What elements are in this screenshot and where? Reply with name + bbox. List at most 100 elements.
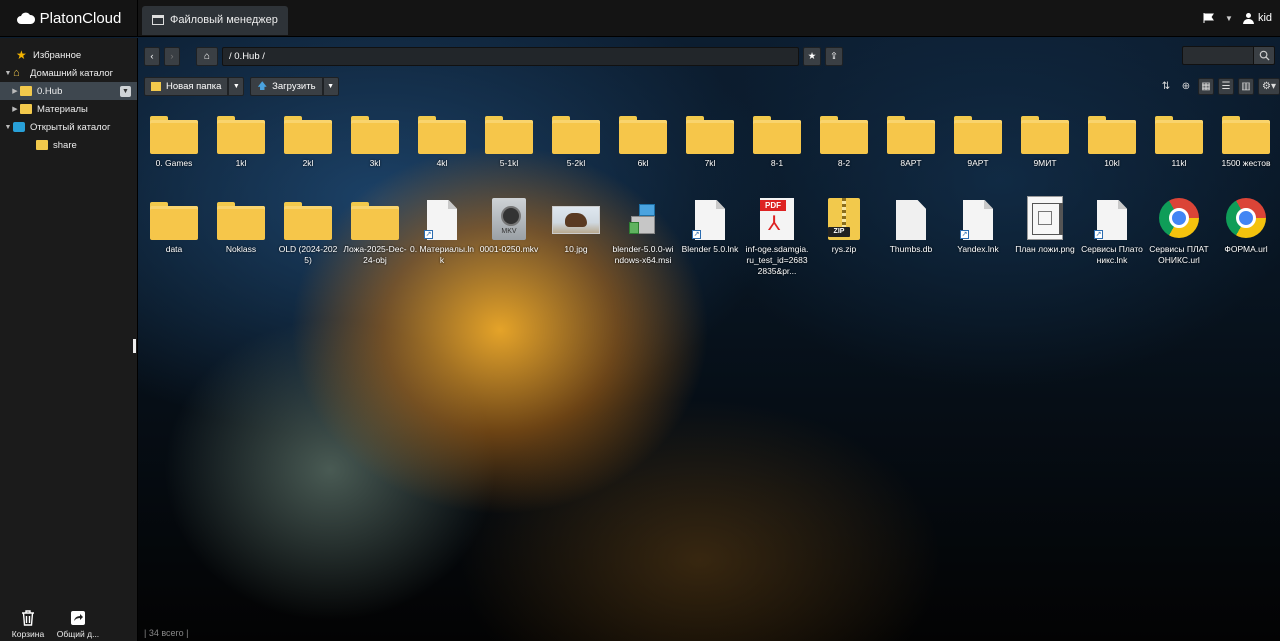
expand-caret-icon[interactable]: ▶ bbox=[10, 87, 20, 95]
file-item[interactable]: 8-1 bbox=[747, 104, 807, 169]
brand-logo[interactable]: PlatonCloud bbox=[0, 0, 138, 37]
sidebar-item-0hub[interactable]: ▶ 0.Hub ▼ bbox=[0, 82, 137, 100]
chevron-down-icon: ▼ bbox=[327, 83, 335, 90]
file-item[interactable]: OLD (2024-2025) bbox=[278, 190, 338, 266]
shortcut-arrow-icon: ↗ bbox=[692, 230, 701, 239]
sidebar-resize-handle[interactable] bbox=[133, 339, 136, 353]
user-name: kid bbox=[1257, 12, 1272, 24]
file-name: 9МИТ bbox=[1033, 158, 1057, 168]
sidebar-item-public[interactable]: ▼ Открытый каталог bbox=[0, 118, 137, 136]
file-item[interactable]: 1500 жестов bbox=[1216, 104, 1276, 169]
file-item[interactable]: 2kl bbox=[278, 104, 338, 169]
trash-label: Корзина bbox=[11, 629, 45, 639]
file-name: 8-1 bbox=[770, 158, 784, 168]
file-item[interactable]: 7kl bbox=[680, 104, 740, 169]
file-name: 4kl bbox=[436, 158, 448, 168]
folder-icon bbox=[686, 116, 734, 154]
file-item[interactable]: 9МИТ bbox=[1015, 104, 1075, 169]
folder-icon bbox=[351, 202, 399, 240]
file-item[interactable]: 10kl bbox=[1082, 104, 1142, 169]
expand-caret-icon[interactable]: ▼ bbox=[3, 124, 13, 131]
trash-button[interactable]: Корзина bbox=[6, 605, 50, 641]
file-item[interactable]: ↗ 0. Материалы.lnk bbox=[410, 190, 474, 266]
pdf-icon: PDF ⅄ bbox=[760, 198, 794, 240]
file-item[interactable]: Thumbs.db bbox=[881, 190, 941, 255]
view-columns-button[interactable]: ▥ bbox=[1238, 78, 1254, 95]
file-item[interactable]: План ложи.png bbox=[1015, 190, 1075, 255]
file-item[interactable]: ↗ Yandex.lnk bbox=[948, 190, 1008, 255]
sort-icon[interactable]: ⇅ bbox=[1158, 78, 1174, 95]
file-item[interactable]: PDF ⅄ inf-oge.sdamgia.ru_test_id=26832835&… bbox=[746, 190, 808, 277]
file-item[interactable]: 8-2 bbox=[814, 104, 874, 169]
file-item[interactable]: 0. Games bbox=[144, 104, 204, 169]
view-large-icons-button[interactable]: ▦ bbox=[1198, 78, 1214, 95]
tab-file-manager[interactable]: Файловый менеджер bbox=[142, 5, 288, 35]
file-thumbnail: ↗ bbox=[680, 190, 740, 240]
upload-location-button[interactable]: ⇪ bbox=[825, 46, 843, 66]
file-item[interactable]: data bbox=[144, 190, 204, 255]
cloud-icon bbox=[16, 12, 35, 24]
user-menu[interactable]: kid bbox=[1242, 12, 1272, 24]
file-thumbnail bbox=[211, 190, 271, 240]
file-name: 10.jpg bbox=[564, 244, 588, 254]
file-item[interactable]: 9APT bbox=[948, 104, 1008, 169]
back-button[interactable]: ‹ bbox=[144, 46, 160, 66]
folder-icon bbox=[1021, 116, 1069, 154]
file-item[interactable]: ФОРМА.url bbox=[1216, 190, 1276, 255]
file-name: Yandex.lnk bbox=[957, 244, 999, 254]
folder-icon bbox=[351, 116, 399, 154]
file-item[interactable]: blender-5.0.0-windows-x64.msi bbox=[613, 190, 673, 266]
sidebar-item-favorites[interactable]: ★ Избранное bbox=[0, 46, 137, 64]
folder-icon bbox=[284, 202, 332, 240]
top-bar: PlatonCloud Файловый менеджер ▼ kid bbox=[0, 0, 1280, 37]
file-item[interactable]: MKV 0001-0250.mkv bbox=[479, 190, 539, 255]
file-item[interactable]: 4kl bbox=[412, 104, 472, 169]
expand-caret-icon[interactable]: ▼ bbox=[3, 70, 13, 77]
flag-icon[interactable] bbox=[1203, 13, 1215, 23]
folder-icon bbox=[552, 116, 600, 154]
file-item[interactable]: 11kl bbox=[1149, 104, 1209, 169]
file-item[interactable]: 8APT bbox=[881, 104, 941, 169]
path-field[interactable]: / 0.Hub / bbox=[222, 46, 799, 66]
file-thumbnail: ↗ bbox=[1082, 190, 1142, 240]
bookmark-button[interactable]: ★ bbox=[803, 46, 821, 66]
sidebar-item-materials[interactable]: ▶ Материалы bbox=[0, 100, 137, 118]
search-button[interactable] bbox=[1253, 46, 1275, 65]
file-thumbnail bbox=[278, 104, 338, 154]
file-name: 8APT bbox=[900, 158, 922, 168]
forward-button[interactable]: › bbox=[164, 46, 180, 66]
folder-icon bbox=[284, 116, 332, 154]
sidebar-item-home[interactable]: ▼ ⌂ Домашний каталог bbox=[0, 64, 137, 82]
sidebar-item-share[interactable]: share bbox=[0, 136, 137, 154]
file-item[interactable]: Сервисы ПЛАТОНИКС.url bbox=[1149, 190, 1209, 266]
new-folder-button[interactable]: Новая папка bbox=[144, 77, 229, 96]
file-item[interactable]: 5-2kl bbox=[546, 104, 606, 169]
file-item[interactable]: ZIP rys.zip bbox=[814, 190, 874, 255]
zoom-icon[interactable]: ⊕ bbox=[1178, 78, 1194, 95]
file-name: 8-2 bbox=[837, 158, 851, 168]
file-item[interactable]: ↗ Blender 5.0.lnk bbox=[680, 190, 740, 255]
file-thumbnail bbox=[345, 190, 405, 240]
file-item[interactable]: 6kl bbox=[613, 104, 673, 169]
action-bar: Новая папка ▼ 🡅 Загрузить ▼ bbox=[144, 77, 339, 96]
home-button[interactable]: ⌂ bbox=[196, 46, 218, 66]
language-dropdown-caret[interactable]: ▼ bbox=[1225, 14, 1233, 23]
upload-button[interactable]: 🡅 Загрузить bbox=[250, 77, 323, 96]
item-menu-icon[interactable]: ▼ bbox=[120, 86, 131, 97]
search-input[interactable] bbox=[1182, 46, 1254, 65]
view-tools: ⇅ ⊕ ▦ ☰ ▥ ⚙▾ bbox=[1158, 77, 1280, 96]
new-folder-dropdown[interactable]: ▼ bbox=[228, 77, 245, 96]
file-item[interactable]: 10.jpg bbox=[546, 190, 606, 255]
share-icon bbox=[67, 608, 89, 628]
file-item[interactable]: 3kl bbox=[345, 104, 405, 169]
file-item[interactable]: Ложа-2025-Dec-24-obj bbox=[343, 190, 407, 266]
expand-caret-icon[interactable]: ▶ bbox=[10, 105, 20, 113]
file-item[interactable]: 1kl bbox=[211, 104, 271, 169]
shared-button[interactable]: Общий д... bbox=[56, 605, 100, 641]
upload-dropdown[interactable]: ▼ bbox=[322, 77, 339, 96]
more-options-button[interactable]: ⚙▾ bbox=[1258, 78, 1280, 95]
file-item[interactable]: Noklass bbox=[211, 190, 271, 255]
file-item[interactable]: ↗ Сервисы Платоникс.lnk bbox=[1081, 190, 1143, 266]
view-details-button[interactable]: ☰ bbox=[1218, 78, 1234, 95]
file-item[interactable]: 5-1kl bbox=[479, 104, 539, 169]
